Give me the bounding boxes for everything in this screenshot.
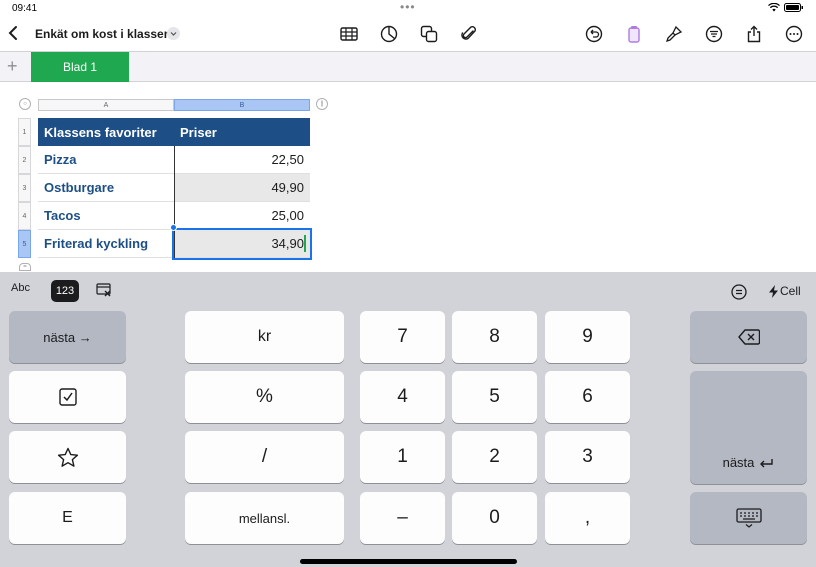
minus-key[interactable]: – bbox=[360, 492, 445, 544]
date-time-icon[interactable] bbox=[96, 283, 112, 300]
more-icon[interactable] bbox=[784, 24, 804, 44]
multitasking-dots-icon[interactable]: ••• bbox=[400, 0, 416, 14]
currency-key[interactable]: kr bbox=[185, 311, 344, 363]
delete-icon bbox=[737, 329, 760, 345]
numbers-app: 09:41 ••• Enkät om kost i klassen + Blad… bbox=[0, 0, 816, 567]
row-number[interactable]: 5 bbox=[18, 230, 31, 258]
table-cell[interactable]: 25,00 bbox=[174, 202, 310, 230]
row-number[interactable]: 4 bbox=[18, 202, 31, 230]
next-key[interactable]: nästa → bbox=[9, 311, 126, 363]
chart-icon[interactable] bbox=[379, 24, 399, 44]
digit-key[interactable]: 6 bbox=[545, 371, 630, 423]
table-select-handle[interactable]: ○ bbox=[19, 98, 31, 110]
next-return-key[interactable]: nästa bbox=[690, 371, 807, 484]
table-cell[interactable]: Tacos bbox=[38, 202, 174, 230]
comma-key[interactable]: , bbox=[545, 492, 630, 544]
table-icon[interactable] bbox=[339, 24, 359, 44]
sheet-tab[interactable]: Blad 1 bbox=[31, 52, 129, 82]
column-header-a[interactable]: A bbox=[38, 99, 174, 111]
table-cell[interactable]: Ostburgare bbox=[38, 174, 174, 202]
formula-icon[interactable] bbox=[731, 284, 747, 303]
checkbox-icon bbox=[58, 388, 77, 406]
digit-key[interactable]: 5 bbox=[452, 371, 537, 423]
undo-icon[interactable] bbox=[584, 24, 604, 44]
keyboard-icon bbox=[735, 508, 762, 528]
table-cell[interactable]: Friterad kyckling bbox=[38, 230, 174, 258]
paperclip-icon[interactable] bbox=[459, 24, 479, 44]
back-icon[interactable] bbox=[8, 25, 18, 46]
table-cell[interactable]: 22,50 bbox=[174, 146, 310, 174]
add-row-handle[interactable]: = bbox=[19, 263, 31, 271]
wifi-icon bbox=[768, 3, 780, 12]
add-column-handle[interactable]: || bbox=[316, 98, 328, 110]
sheet-tab-bar: + Blad 1 bbox=[0, 52, 816, 82]
return-arrow-icon bbox=[760, 459, 774, 468]
pencil-icon[interactable] bbox=[624, 24, 644, 44]
selection-drag-handle[interactable] bbox=[170, 224, 177, 231]
table-cell[interactable]: Pizza bbox=[38, 146, 174, 174]
digit-key[interactable]: 9 bbox=[545, 311, 630, 363]
table-header-cell[interactable]: Klassens favoriter bbox=[38, 118, 174, 146]
status-time: 09:41 bbox=[12, 3, 38, 14]
row-number[interactable]: 1 bbox=[18, 118, 31, 146]
document-title[interactable]: Enkät om kost i klassen bbox=[35, 27, 171, 41]
digit-key[interactable]: 8 bbox=[452, 311, 537, 363]
digit-key[interactable]: 1 bbox=[360, 431, 445, 483]
chevron-down-icon[interactable] bbox=[167, 27, 180, 40]
shape-icon[interactable] bbox=[419, 24, 439, 44]
checkbox-key[interactable] bbox=[9, 371, 126, 423]
active-cell-outline bbox=[172, 228, 312, 260]
digit-key[interactable]: 3 bbox=[545, 431, 630, 483]
dismiss-keyboard-key[interactable] bbox=[690, 492, 807, 544]
star-rating-key[interactable] bbox=[9, 431, 126, 483]
row-number[interactable]: 3 bbox=[18, 174, 31, 202]
table-header-cell[interactable]: Priser bbox=[174, 118, 310, 146]
space-key[interactable]: mellansl. bbox=[185, 492, 344, 544]
digit-key[interactable]: 4 bbox=[360, 371, 445, 423]
cell-mode-label: Cell bbox=[780, 284, 801, 298]
percent-key[interactable]: % bbox=[185, 371, 344, 423]
home-indicator[interactable] bbox=[300, 559, 517, 564]
format-brush-icon[interactable] bbox=[664, 24, 684, 44]
column-header-b[interactable]: B bbox=[174, 99, 310, 111]
cell-mode[interactable]: Cell bbox=[769, 284, 801, 298]
toolbar: Enkät om kost i klassen bbox=[0, 16, 816, 52]
text-caret bbox=[304, 235, 306, 252]
table-cell[interactable]: 49,90 bbox=[174, 174, 310, 202]
next-return-label: nästa bbox=[722, 455, 755, 470]
add-sheet-icon[interactable]: + bbox=[7, 56, 18, 77]
organize-icon[interactable] bbox=[704, 24, 724, 44]
digit-key[interactable]: 0 bbox=[452, 492, 537, 544]
battery-icon bbox=[784, 3, 803, 12]
star-icon bbox=[57, 447, 78, 467]
mode-123[interactable]: 123 bbox=[51, 280, 79, 302]
status-indicators bbox=[768, 3, 804, 12]
bolt-icon bbox=[769, 284, 778, 298]
row-number[interactable]: 2 bbox=[18, 146, 31, 174]
digit-key[interactable]: 2 bbox=[452, 431, 537, 483]
share-icon[interactable] bbox=[744, 24, 764, 44]
delete-key[interactable] bbox=[690, 311, 807, 363]
slash-key[interactable]: / bbox=[185, 431, 344, 483]
e-key[interactable]: E bbox=[9, 492, 126, 544]
digit-key[interactable]: 7 bbox=[360, 311, 445, 363]
mode-abc[interactable]: Abc bbox=[11, 282, 30, 294]
